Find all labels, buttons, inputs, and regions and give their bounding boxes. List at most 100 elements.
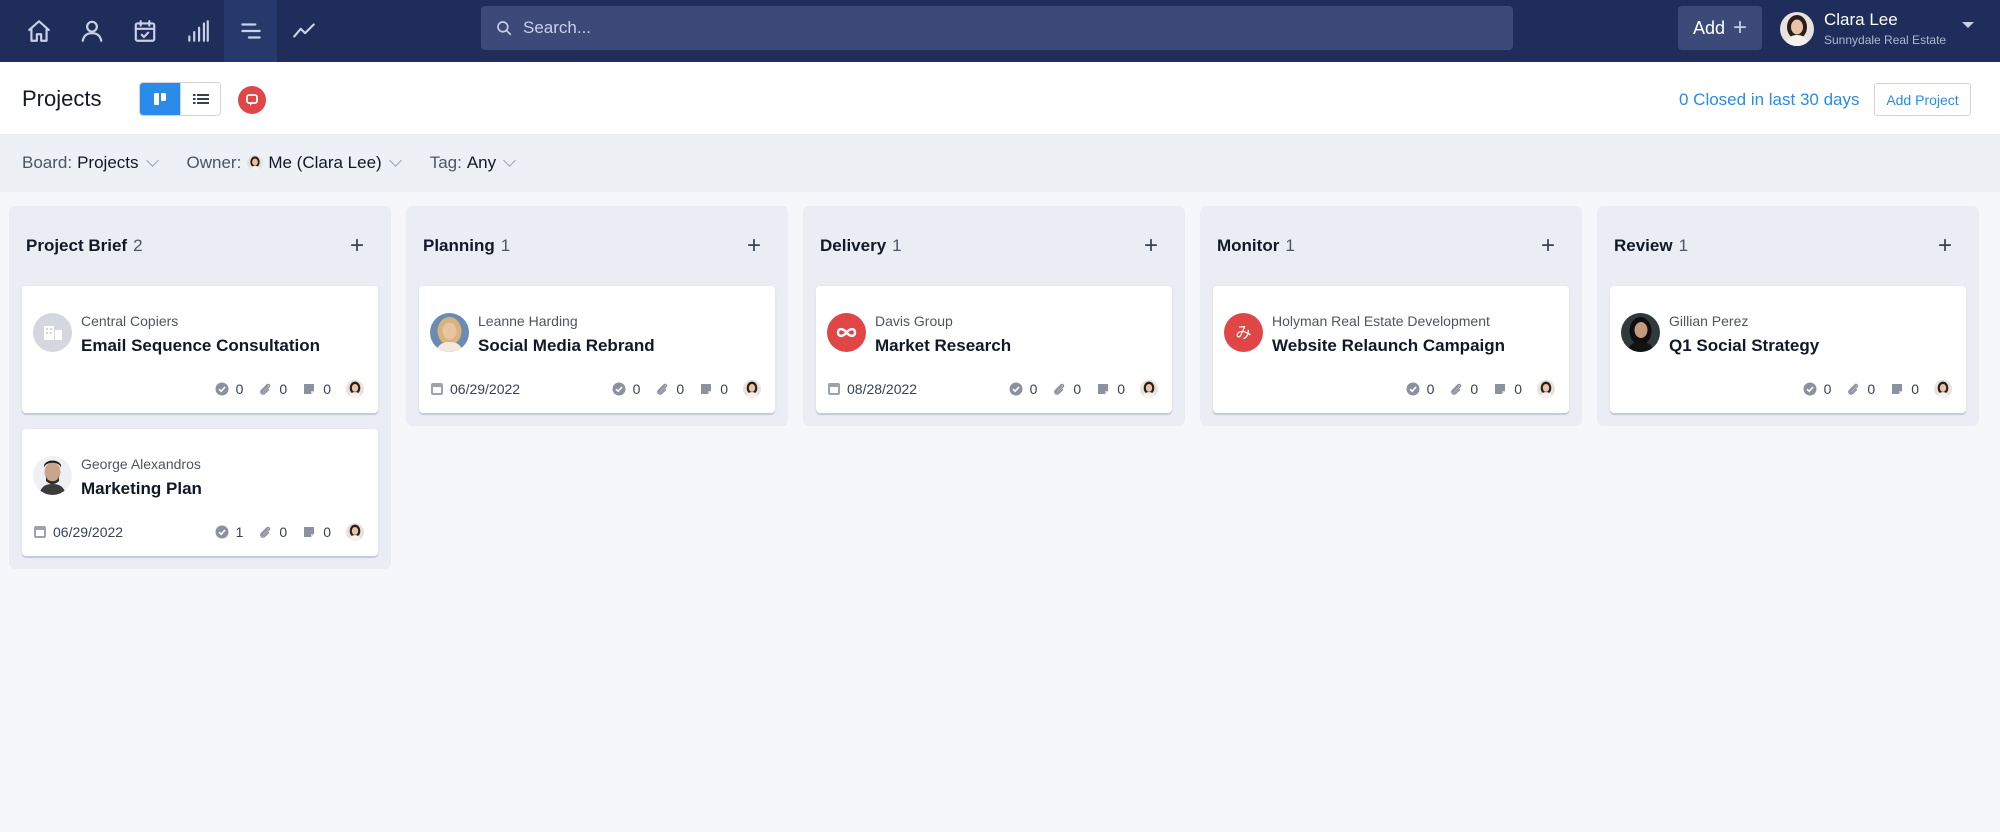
card-owner-avatar[interactable] bbox=[1537, 380, 1555, 398]
card-title[interactable]: Email Sequence Consultation bbox=[81, 336, 320, 356]
project-card[interactable]: Central Copiers Email Sequence Consultat… bbox=[22, 286, 378, 413]
tasks-value: 1 bbox=[235, 524, 244, 540]
tag-filter-label: Tag: bbox=[429, 153, 462, 172]
project-card[interactable]: Leanne Harding Social Media Rebrand 06/2… bbox=[419, 286, 775, 413]
card-title[interactable]: Q1 Social Strategy bbox=[1669, 336, 1819, 356]
note-icon bbox=[1493, 382, 1507, 396]
nav-contacts[interactable] bbox=[65, 0, 118, 62]
board-filter-value: Projects bbox=[77, 153, 139, 172]
tasks-value: 0 bbox=[1029, 381, 1038, 397]
client-avatar: み bbox=[1224, 313, 1263, 352]
closed-projects-link[interactable]: 0 Closed in last 30 days bbox=[1679, 90, 1860, 110]
column-add-card-button[interactable]: + bbox=[1938, 232, 1952, 260]
card-due-date: 06/29/2022 bbox=[34, 524, 123, 540]
nav-home[interactable] bbox=[12, 0, 65, 62]
tag-filter[interactable]: Tag: Any bbox=[429, 153, 516, 173]
board-filter[interactable]: Board: Projects bbox=[22, 153, 159, 173]
card-title[interactable]: Marketing Plan bbox=[81, 479, 202, 499]
user-menu-caret-icon[interactable] bbox=[1962, 22, 1974, 28]
card-tasks-count: 1 bbox=[215, 524, 244, 540]
card-attachments-count: 0 bbox=[1052, 381, 1081, 397]
paperclip-icon bbox=[258, 525, 272, 539]
card-attachments-count: 0 bbox=[1846, 381, 1875, 397]
list-view-button[interactable] bbox=[180, 83, 220, 115]
paperclip-icon bbox=[1052, 382, 1066, 396]
page-title: Projects bbox=[22, 86, 102, 111]
owner-filter[interactable]: Owner: Me (Clara Lee) bbox=[187, 153, 402, 173]
board-view-button[interactable] bbox=[140, 83, 180, 115]
owner-filter-value: Me (Clara Lee) bbox=[268, 153, 382, 172]
project-card[interactable]: Davis Group Market Research 08/28/2022 0… bbox=[816, 286, 1172, 413]
card-tasks-count: 0 bbox=[1009, 381, 1038, 397]
tasks-value: 0 bbox=[1426, 381, 1435, 397]
tasks-value: 0 bbox=[1823, 381, 1832, 397]
card-date-text: 06/29/2022 bbox=[53, 524, 124, 540]
card-client[interactable]: Holyman Real Estate Development bbox=[1272, 313, 1490, 329]
column-add-card-button[interactable]: + bbox=[350, 232, 364, 260]
calendar-icon bbox=[34, 526, 46, 538]
nav-insights[interactable] bbox=[277, 0, 330, 62]
column-add-card-button[interactable]: + bbox=[747, 232, 761, 260]
attachments-value: 0 bbox=[279, 524, 288, 540]
note-icon bbox=[1096, 382, 1110, 396]
column-title: Delivery bbox=[820, 236, 887, 255]
board-column: Delivery 1 + Davis Group Market Research… bbox=[803, 206, 1185, 426]
column-add-card-button[interactable]: + bbox=[1541, 232, 1555, 260]
check-circle-icon bbox=[215, 525, 229, 539]
column-add-card-button[interactable]: + bbox=[1144, 232, 1158, 260]
card-owner-avatar[interactable] bbox=[346, 380, 364, 398]
card-title[interactable]: Social Media Rebrand bbox=[478, 336, 655, 356]
card-client[interactable]: Leanne Harding bbox=[478, 313, 578, 329]
card-owner-avatar[interactable] bbox=[1140, 380, 1158, 398]
card-title[interactable]: Market Research bbox=[875, 336, 1011, 356]
feedback-chat-icon[interactable] bbox=[238, 86, 266, 114]
column-title: Review bbox=[1614, 236, 1673, 255]
column-header: Delivery 1 + bbox=[816, 206, 1172, 286]
card-owner-avatar[interactable] bbox=[346, 523, 364, 541]
note-icon bbox=[1890, 382, 1904, 396]
project-card[interactable]: George Alexandros Marketing Plan 06/29/2… bbox=[22, 429, 378, 556]
owner-avatar bbox=[247, 155, 264, 171]
card-attachments-count: 0 bbox=[258, 524, 287, 540]
search-bar[interactable] bbox=[481, 6, 1513, 50]
notes-value: 0 bbox=[323, 524, 331, 540]
card-owner-avatar[interactable] bbox=[743, 380, 761, 398]
column-header: Review 1 + bbox=[1610, 206, 1966, 286]
projects-icon bbox=[240, 23, 261, 39]
nav-icons bbox=[12, 0, 330, 62]
add-project-button[interactable]: Add Project bbox=[1874, 83, 1971, 116]
add-button[interactable]: Add + bbox=[1678, 6, 1762, 50]
card-client[interactable]: Davis Group bbox=[875, 313, 953, 329]
user-menu[interactable]: Clara Lee Sunnydale Real Estate bbox=[1780, 10, 1946, 47]
user-org: Sunnydale Real Estate bbox=[1824, 33, 1947, 47]
card-stats: 0 0 0 bbox=[1803, 380, 1952, 398]
card-stats: 0 0 0 bbox=[215, 380, 364, 398]
tasks-value: 0 bbox=[235, 381, 244, 397]
card-tasks-count: 0 bbox=[215, 381, 244, 397]
nav-projects[interactable] bbox=[224, 0, 277, 62]
card-stats: 0 0 0 bbox=[1009, 380, 1158, 398]
board-column: Project Brief 2 + Central Copiers Email … bbox=[9, 206, 391, 569]
column-title: Project Brief bbox=[26, 236, 128, 255]
card-notes-count: 0 bbox=[699, 381, 728, 397]
page-header: Projects 0 Closed in last 30 days Add Pr… bbox=[0, 62, 2000, 134]
card-title[interactable]: Website Relaunch Campaign bbox=[1272, 336, 1505, 356]
project-card[interactable]: Gillian Perez Q1 Social Strategy 0 0 0 bbox=[1610, 286, 1966, 413]
paperclip-icon bbox=[1449, 382, 1463, 396]
nav-calendar[interactable] bbox=[118, 0, 171, 62]
board-column: Review 1 + Gillian Perez Q1 Social Strat… bbox=[1597, 206, 1979, 426]
chevron-down-icon bbox=[388, 154, 402, 167]
card-attachments-count: 0 bbox=[655, 381, 684, 397]
chevron-down-icon bbox=[503, 154, 516, 167]
card-owner-avatar[interactable] bbox=[1934, 380, 1952, 398]
attachments-value: 0 bbox=[1073, 381, 1082, 397]
column-count: 2 bbox=[133, 236, 143, 255]
view-toggle bbox=[139, 82, 221, 116]
project-card[interactable]: み Holyman Real Estate Development Websit… bbox=[1213, 286, 1569, 413]
card-client[interactable]: Central Copiers bbox=[81, 313, 178, 329]
search-input[interactable] bbox=[523, 18, 1423, 38]
tasks-value: 0 bbox=[632, 381, 641, 397]
card-client[interactable]: Gillian Perez bbox=[1669, 313, 1748, 329]
card-client[interactable]: George Alexandros bbox=[81, 456, 201, 472]
nav-reports[interactable] bbox=[171, 0, 224, 62]
